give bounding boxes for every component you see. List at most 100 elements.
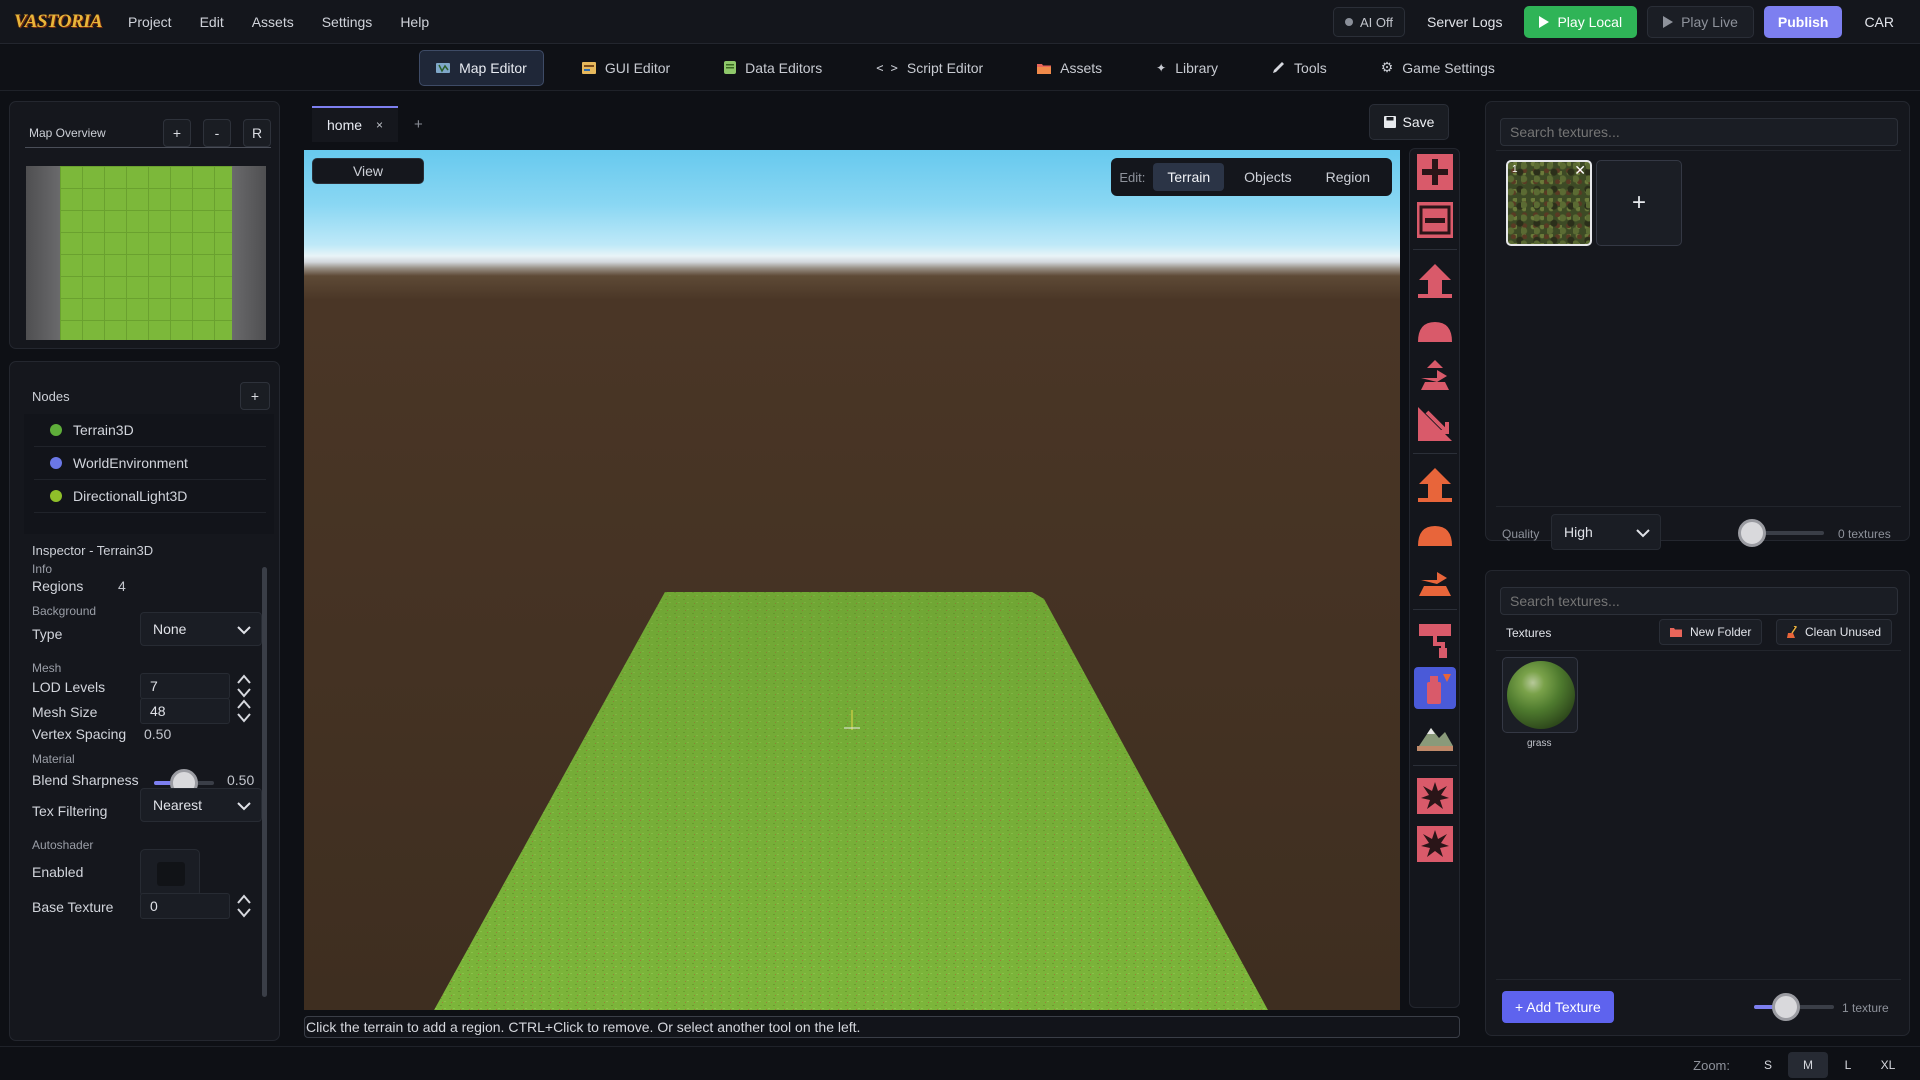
slope-tool[interactable] xyxy=(1414,403,1456,445)
publish-button[interactable]: Publish xyxy=(1763,6,1843,38)
section-mesh: Mesh xyxy=(32,661,62,675)
doc-tab-home[interactable]: home × xyxy=(312,106,398,142)
tex-filtering-dropdown[interactable]: Nearest xyxy=(140,788,262,822)
base-texture-input[interactable]: 0 xyxy=(140,893,230,919)
server-logs-link[interactable]: Server Logs xyxy=(1427,14,1502,30)
thumbnail-size-handle[interactable] xyxy=(1772,993,1800,1021)
menu-assets[interactable]: Assets xyxy=(252,14,294,30)
flatten-tool[interactable] xyxy=(1414,559,1456,601)
zoom-control: Zoom: S M L XL xyxy=(1693,1052,1920,1078)
tab-script-editor[interactable]: < > Script Editor xyxy=(860,50,999,86)
tab-data-editors[interactable]: Data Editors xyxy=(708,50,838,86)
zoom-m-button[interactable]: M xyxy=(1788,1052,1828,1078)
tab-assets[interactable]: Assets xyxy=(1021,50,1118,86)
status-hint: Click the terrain to add a region. CTRL+… xyxy=(304,1016,1460,1038)
edit-mode-terrain[interactable]: Terrain xyxy=(1153,163,1225,191)
close-icon[interactable]: ✕ xyxy=(1574,162,1586,179)
add-region-tool[interactable] xyxy=(1414,151,1456,193)
lod-levels-input[interactable]: 7 xyxy=(140,673,230,699)
zoom-out-button[interactable]: - xyxy=(203,118,231,147)
raise-tool[interactable] xyxy=(1414,259,1456,301)
close-icon[interactable]: × xyxy=(376,118,383,132)
texture-size-handle[interactable] xyxy=(1738,519,1766,547)
zoom-s-button[interactable]: S xyxy=(1748,1052,1788,1078)
tab-label: Data Editors xyxy=(745,59,823,76)
tab-gui-editor[interactable]: GUI Editor xyxy=(566,50,686,86)
minimap[interactable] xyxy=(26,166,266,340)
minimap-void-right xyxy=(232,166,266,340)
view-menu-button[interactable]: View xyxy=(312,158,424,184)
app-logo[interactable]: VASTORIA xyxy=(14,7,103,37)
nodes-panel: Nodes + Terrain3D WorldEnvironment Direc… xyxy=(9,361,280,1041)
new-folder-button[interactable]: New Folder xyxy=(1659,619,1763,645)
quality-dropdown[interactable]: High xyxy=(1551,514,1661,550)
tab-library[interactable]: ✦ Library xyxy=(1140,50,1234,86)
mesh-size-stepper[interactable] xyxy=(235,698,253,724)
divider xyxy=(1496,650,1901,651)
mesh-size-input[interactable]: 48 xyxy=(140,698,230,724)
slot-index: 1 xyxy=(1512,164,1518,175)
add-texture-slot-button[interactable]: + xyxy=(1596,160,1682,246)
terrain-tool[interactable] xyxy=(1414,715,1456,757)
texture-slot-1[interactable]: 1 ✕ xyxy=(1506,160,1592,246)
tab-map-editor[interactable]: Map Editor xyxy=(419,49,544,86)
texture-item-grass[interactable] xyxy=(1502,657,1578,733)
tab-label: Tools xyxy=(1294,59,1327,76)
add-tab-button[interactable]: + xyxy=(414,116,423,133)
remove-region-icon xyxy=(1417,202,1453,238)
raise-alt-tool[interactable] xyxy=(1414,463,1456,505)
3d-viewport[interactable]: View Edit: Terrain Objects Region xyxy=(304,150,1400,1010)
node-item-terrain3d[interactable]: Terrain3D xyxy=(34,414,266,447)
smooth-tool[interactable] xyxy=(1414,307,1456,349)
chevron-down-icon xyxy=(237,626,251,635)
reset-view-button[interactable]: R xyxy=(243,118,271,147)
user-menu[interactable]: CAR xyxy=(1864,14,1894,30)
tab-tools[interactable]: Tools xyxy=(1256,50,1343,86)
node-item-worldenvironment[interactable]: WorldEnvironment xyxy=(34,447,266,480)
mound-tool[interactable] xyxy=(1414,511,1456,553)
zoom-xl-button[interactable]: XL xyxy=(1868,1052,1908,1078)
edit-mode-objects[interactable]: Objects xyxy=(1230,163,1305,191)
autoshader-tool[interactable] xyxy=(1414,775,1456,817)
edit-mode-region[interactable]: Region xyxy=(1312,163,1384,191)
height-tool[interactable] xyxy=(1414,355,1456,397)
zoom-l-button[interactable]: L xyxy=(1828,1052,1868,1078)
ai-toggle[interactable]: AI Off xyxy=(1332,7,1405,37)
save-button[interactable]: Save xyxy=(1369,104,1449,140)
save-icon xyxy=(1383,116,1396,128)
sparkle-icon: ✦ xyxy=(1156,60,1167,75)
quality-row: Quality High 0 textures xyxy=(1496,514,1901,554)
play-local-button[interactable]: Play Local xyxy=(1524,6,1638,38)
remove-region-tool[interactable] xyxy=(1414,199,1456,241)
inspector-scrollbar[interactable] xyxy=(262,567,267,997)
clean-unused-button[interactable]: Clean Unused xyxy=(1776,619,1893,645)
menu-settings[interactable]: Settings xyxy=(322,14,373,30)
tab-label: Library xyxy=(1175,59,1219,76)
paint-tool[interactable] xyxy=(1414,619,1456,661)
lod-levels-stepper[interactable] xyxy=(235,673,253,699)
texture-search-input[interactable] xyxy=(1500,118,1898,146)
autoshader-enabled-checkbox[interactable] xyxy=(140,849,200,897)
play-icon xyxy=(1539,16,1550,28)
background-type-dropdown[interactable]: None xyxy=(140,612,262,646)
autoshader-icon xyxy=(1417,778,1453,814)
add-texture-button[interactable]: + Add Texture xyxy=(1502,991,1614,1023)
quality-label: Quality xyxy=(1502,527,1540,541)
add-node-button[interactable]: + xyxy=(240,382,270,410)
library-search-input[interactable] xyxy=(1500,587,1898,615)
tab-game-settings[interactable]: ⚙ Game Settings xyxy=(1365,50,1511,86)
menu-edit[interactable]: Edit xyxy=(200,14,224,30)
broom-icon xyxy=(1787,626,1797,638)
menu-help[interactable]: Help xyxy=(400,14,429,30)
section-autoshader: Autoshader xyxy=(32,838,94,852)
holes-tool[interactable] xyxy=(1414,823,1456,865)
spray-tool[interactable] xyxy=(1414,667,1456,709)
node-label: WorldEnvironment xyxy=(73,455,188,471)
type-label: Type xyxy=(32,626,63,642)
base-texture-stepper[interactable] xyxy=(235,893,253,919)
play-live-button[interactable]: Play Live xyxy=(1647,6,1754,38)
texture-library-panel: Textures New Folder Clean Unused grass +… xyxy=(1485,570,1910,1036)
node-item-directionallight3d[interactable]: DirectionalLight3D xyxy=(34,480,266,513)
menu-project[interactable]: Project xyxy=(128,14,172,30)
zoom-in-button[interactable]: + xyxy=(163,118,191,147)
